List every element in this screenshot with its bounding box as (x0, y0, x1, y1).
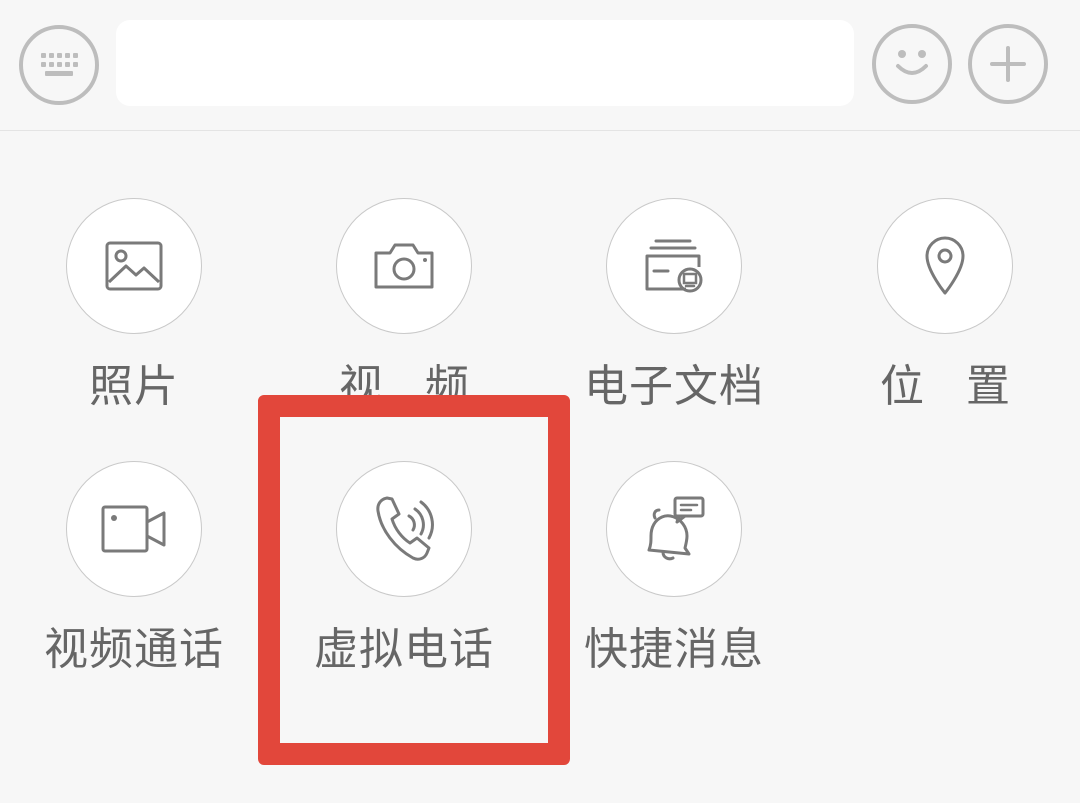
keyboard-icon (41, 53, 78, 76)
panel-item-label: 虚拟电话 (314, 624, 494, 675)
keyboard-toggle-button[interactable] (19, 25, 99, 105)
document-icon-circle (606, 198, 742, 334)
panel-item-video[interactable]: 视 频 (304, 198, 504, 428)
virtual-phone-icon-circle (336, 461, 472, 597)
panel-item-label: 快捷消息 (584, 624, 764, 675)
input-toolbar (0, 0, 1080, 131)
panel-item-photo[interactable]: 照片 (34, 198, 234, 428)
emoji-button[interactable] (872, 24, 952, 104)
video-camera-icon (101, 505, 166, 553)
smiley-icon (896, 50, 928, 75)
panel-item-label: 视 频 (339, 361, 483, 412)
panel-item-label: 照片 (89, 361, 179, 412)
panel-item-label: 位 置 (880, 361, 1024, 412)
bell-message-icon (647, 496, 705, 561)
camera-icon (374, 243, 434, 289)
panel-item-quick-message[interactable]: 快捷消息 (574, 461, 774, 691)
location-icon-circle (877, 198, 1013, 334)
video-icon-circle (336, 198, 472, 334)
panel-item-document[interactable]: 电子文档 (574, 198, 774, 428)
location-pin-icon (925, 236, 965, 295)
plus-icon (990, 46, 1026, 82)
panel-item-video-call[interactable]: 视频通话 (34, 461, 234, 691)
phone-call-icon (376, 496, 434, 561)
document-icon (645, 239, 703, 293)
video-call-icon-circle (66, 461, 202, 597)
panel-item-virtual-phone[interactable]: 虚拟电话 (304, 461, 504, 691)
photo-icon-circle (66, 198, 202, 334)
quick-message-icon-circle (606, 461, 742, 597)
message-input[interactable] (116, 20, 854, 106)
more-options-button[interactable] (968, 24, 1048, 104)
panel-item-label: 电子文档 (584, 361, 764, 412)
image-icon (105, 241, 163, 291)
panel-item-location[interactable]: 位 置 (845, 198, 1045, 428)
panel-item-label: 视频通话 (44, 624, 224, 675)
